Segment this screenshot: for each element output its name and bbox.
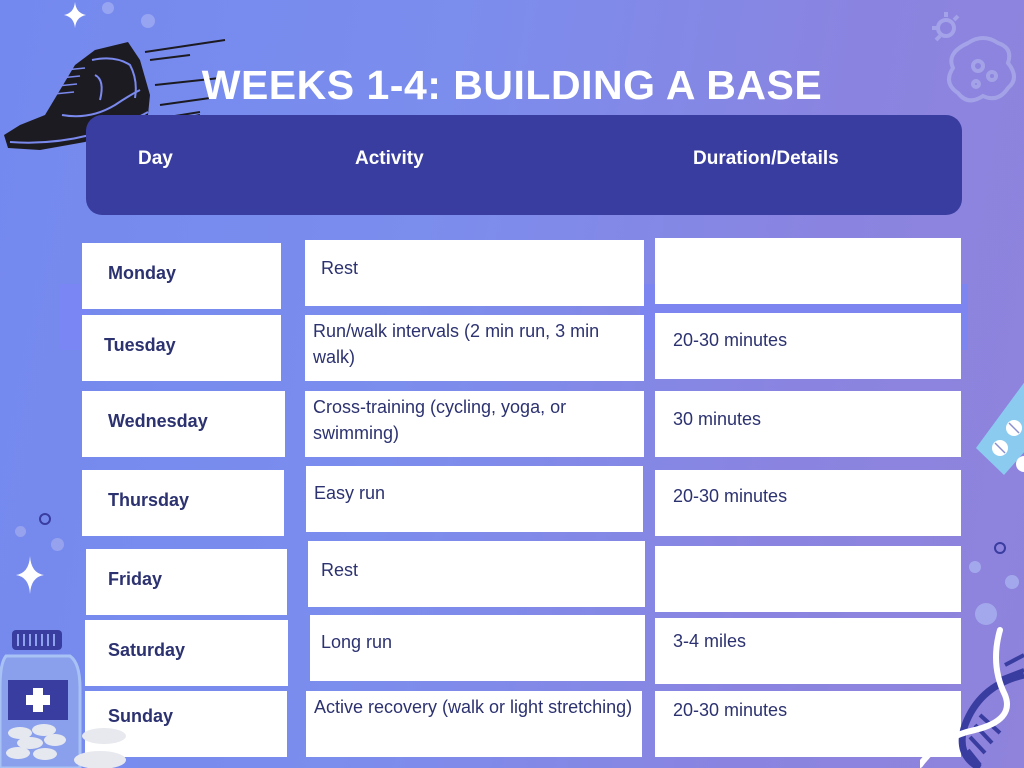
activity-label: Rest [321,560,359,580]
table-cell-activity: Rest [308,541,645,607]
day-label: Thursday [108,490,190,510]
table-cell-duration [655,546,961,612]
bubble-icon [15,526,26,537]
dna-icon [920,625,1024,768]
table-cell-duration: 20-30 minutes [655,313,961,379]
duration-label: 20-30 minutes [673,486,788,506]
activity-label: Run/walk intervals (2 min run, 3 min wal… [313,321,600,367]
header-activity: Activity [355,148,424,169]
header-duration: Duration/Details [693,148,839,169]
bubble-icon [969,561,981,573]
header-day: Day [138,148,173,169]
day-label: Friday [108,569,163,589]
page-title: WEEKS 1-4: BUILDING A BASE [0,62,1024,109]
table-cell-activity: Easy run [306,466,643,532]
table-cell-day: Thursday [82,470,284,536]
duration-label: 30 minutes [673,409,762,429]
bubble-icon [102,2,114,14]
bubble-icon [975,603,997,625]
duration-label: 3-4 miles [673,631,747,651]
table-cell-day: Monday [82,243,281,309]
activity-label: Cross-training (cycling, yoga, or swimmi… [313,397,567,443]
bubble-icon [51,538,64,551]
activity-label: Long run [321,632,393,652]
bubble-icon [141,14,155,28]
table-cell-activity: Cross-training (cycling, yoga, or swimmi… [305,391,644,457]
table-cell-day: Friday [86,549,287,615]
circle-outline-icon [39,513,51,525]
activity-label: Rest [321,258,359,278]
sparkle-icon [16,556,44,594]
table-cell-day: Wednesday [82,391,285,457]
page-title-text: WEEKS 1-4: BUILDING A BASE [201,62,823,108]
activity-label: Active recovery (walk or light stretchin… [314,697,633,717]
sparkle-icon [64,2,86,28]
table-cell-day: Tuesday [82,315,281,381]
duration-label: 20-30 minutes [673,700,788,720]
table-cell-duration: 20-30 minutes [655,691,961,757]
pill-blister-icon [974,380,1024,480]
table-cell-duration: 3-4 miles [655,618,961,684]
bubble-icon [1005,575,1019,589]
day-label: Monday [108,263,177,283]
duration-label: 20-30 minutes [673,330,788,350]
circle-outline-icon [994,542,1006,554]
table-cell-activity: Long run [310,615,645,681]
table-cell-activity: Run/walk intervals (2 min run, 3 min wal… [305,315,644,381]
table-cell-activity: Rest [305,240,644,306]
activity-label: Easy run [314,483,386,503]
table-cell-duration: 30 minutes [655,391,961,457]
pill-bottle-icon [0,628,130,768]
day-label: Tuesday [104,335,176,355]
day-label: Wednesday [108,411,208,431]
table-cell-duration: 20-30 minutes [655,470,961,536]
table-cell-duration [655,238,961,304]
table-cell-activity: Active recovery (walk or light stretchin… [306,691,642,757]
